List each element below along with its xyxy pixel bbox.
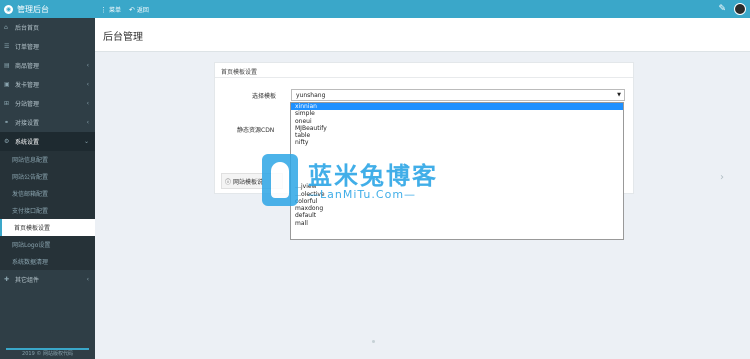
- top-menu: ⋮ 菜单 ↶ 返回: [100, 0, 149, 18]
- sidebar-submenu: 网站信息配置 网站公告配置 发信邮箱配置 支付接口配置 首页模板设置 网站Logo设置 系统…: [0, 151, 95, 270]
- chevron-left-icon: ‹: [86, 62, 89, 69]
- sidebar-item-label: 商品管理: [15, 63, 40, 70]
- sidebar-subitem[interactable]: 支付接口配置: [0, 202, 95, 219]
- sidebar-subitem[interactable]: 首页模板设置: [0, 219, 95, 236]
- branch-icon: ⊞: [4, 100, 10, 107]
- wrench-icon[interactable]: ✎: [718, 4, 726, 14]
- top-bar: ◉ 管理后台 ⋮ 菜单 ↶ 返回 ✎: [0, 0, 750, 18]
- caret-down-icon: ▼: [617, 92, 621, 98]
- dropdown-option[interactable]: xinnian: [291, 103, 623, 111]
- chevron-left-icon: ‹: [86, 276, 89, 283]
- logo-icon: ◉: [4, 4, 13, 14]
- sidebar-item-label: 对接设置: [15, 120, 40, 127]
- sidebar-item[interactable]: ⊞ 分站管理 ‹: [0, 94, 95, 113]
- dropdown-option[interactable]: mall: [291, 220, 623, 227]
- chevron-right-icon[interactable]: ›: [720, 172, 724, 183]
- sidebar-item-label: 系统设置: [15, 139, 40, 146]
- sidebar-subitem[interactable]: 网站信息配置: [0, 151, 95, 168]
- select-label: 选择模板: [252, 93, 277, 100]
- sidebar-footer: 2019 © 网站版权代码: [0, 345, 95, 359]
- dropdown-option[interactable]: default: [291, 212, 623, 219]
- sidebar: ⌂ 后台首页 ☰ 订单管理 ▤ 商品管理 ‹ ▣ 发卡管理 ‹ ⊞ 分站管理 ‹ ⚭ 对接设置 ‹ ⚙ 系统设置 ⌄…: [0, 18, 95, 359]
- sidebar-item-label: 其它组件: [15, 277, 40, 284]
- link-icon: ⚭: [4, 119, 10, 126]
- dropdown-option[interactable]: simple: [291, 110, 623, 117]
- content-header: 后台管理: [95, 18, 750, 52]
- sidebar-item-label: 订单管理: [15, 44, 40, 51]
- pager-dot: [372, 340, 375, 343]
- sidebar-item[interactable]: ☰ 订单管理: [0, 37, 95, 56]
- info-icon: ⓘ: [225, 178, 232, 186]
- sidebar-item[interactable]: ⚭ 对接设置 ‹: [0, 113, 95, 132]
- sidebar-item[interactable]: ⌂ 后台首页: [0, 18, 95, 37]
- home-icon: ⌂: [4, 24, 8, 31]
- sidebar-item-label: 分站管理: [15, 101, 40, 108]
- rabbit-logo-icon: [262, 154, 298, 206]
- sidebar-item-label: 发卡管理: [15, 82, 40, 89]
- sidebar-item[interactable]: ⚙ 系统设置 ⌄: [0, 132, 95, 151]
- chevron-left-icon: ‹: [86, 119, 89, 126]
- brand-title: 管理后台: [17, 4, 49, 14]
- page-title: 后台管理: [103, 32, 143, 43]
- dropdown-option[interactable]: MJBeautify: [291, 125, 623, 132]
- gear-icon: ⚙: [4, 138, 10, 145]
- sidebar-subitem[interactable]: 系统数据清理: [0, 253, 95, 270]
- selected-value: yunshang: [296, 92, 326, 99]
- sidebar-subitem[interactable]: 发信邮箱配置: [0, 185, 95, 202]
- panel-title: 首页模板设置: [215, 63, 633, 78]
- watermark-subtitle: —LanMiTu.Com—: [308, 188, 417, 201]
- back-icon: ↶: [129, 5, 135, 14]
- back-button[interactable]: ↶ 返回: [129, 5, 149, 14]
- sidebar-item[interactable]: ▤ 商品管理 ‹: [0, 56, 95, 75]
- sidebar-item-other[interactable]: ✚ 其它组件 ‹: [0, 270, 95, 289]
- chevron-down-icon: ⌄: [83, 138, 89, 145]
- menu-button[interactable]: ⋮ 菜单: [100, 5, 121, 14]
- sidebar-subitem[interactable]: 网站Logo设置: [0, 236, 95, 253]
- avatar[interactable]: [734, 3, 746, 15]
- copyright-text: 2019 © 网站版权代码: [22, 351, 73, 357]
- list-icon: ☰: [4, 43, 10, 50]
- info-text: 网站模板说: [233, 178, 264, 186]
- card-icon: ▣: [4, 81, 10, 88]
- sidebar-subitem[interactable]: 网站公告配置: [0, 168, 95, 185]
- dropdown-option[interactable]: nifty: [291, 139, 623, 146]
- sidebar-item[interactable]: ▣ 发卡管理 ‹: [0, 75, 95, 94]
- watermark: 蓝米兔博客 —LanMiTu.Com—: [262, 152, 502, 210]
- dropdown-option[interactable]: oneui: [291, 118, 623, 125]
- puzzle-icon: ✚: [4, 276, 10, 283]
- menu-icon: ⋮: [100, 5, 107, 14]
- top-right-tools: ✎: [718, 3, 746, 15]
- chevron-left-icon: ‹: [86, 100, 89, 107]
- dropdown-option[interactable]: table: [291, 132, 623, 139]
- cdn-label: 静态资源CDN: [237, 127, 275, 134]
- template-select[interactable]: yunshang ▼: [291, 89, 625, 101]
- brand[interactable]: ◉ 管理后台: [0, 0, 95, 18]
- cart-icon: ▤: [4, 62, 10, 69]
- sidebar-item-label: 后台首页: [15, 25, 40, 32]
- chevron-left-icon: ‹: [86, 81, 89, 88]
- watermark-title: 蓝米兔博客: [308, 162, 438, 190]
- footer-bar: [6, 348, 89, 350]
